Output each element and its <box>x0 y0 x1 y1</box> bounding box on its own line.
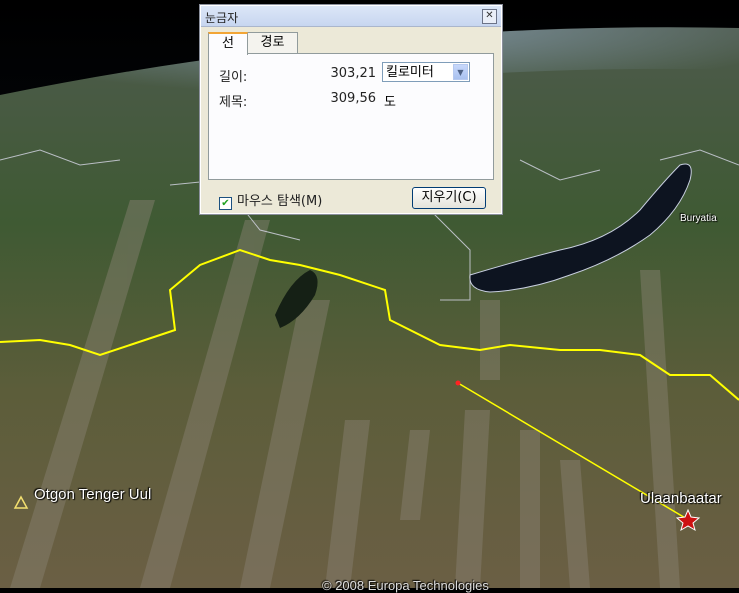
heading-value: 309,56 <box>330 91 377 106</box>
clear-button[interactable]: 지우기(C) <box>412 187 486 209</box>
chevron-down-icon[interactable]: ▼ <box>453 64 468 80</box>
tab-path[interactable]: 경로 <box>247 32 298 53</box>
heading-label: 제목: <box>219 95 248 110</box>
checkmark-icon[interactable]: ✔ <box>219 197 232 210</box>
tab-line[interactable]: 선 <box>208 32 248 55</box>
close-icon[interactable]: ✕ <box>482 9 497 24</box>
length-value: 303,21 <box>330 66 377 81</box>
place-label-ulaanbaatar[interactable]: Ulaanbaatar <box>640 490 722 507</box>
copyright-text: © 2008 Europa Technologies <box>322 578 489 593</box>
place-label-buryatia[interactable]: Buryatia <box>680 213 717 224</box>
ruler-dialog: 눈금자 ✕ 선 경로 길이: 303,21 킬로미터 ▼ 제목: 309,56 … <box>199 4 503 215</box>
mouse-navigation-label: 마우스 탐색(M) <box>237 194 323 209</box>
length-label: 길이: <box>219 70 248 85</box>
mouse-navigation-checkbox[interactable]: ✔ 마우스 탐색(M) <box>219 190 322 210</box>
unit-select-value: 킬로미터 <box>386 65 434 80</box>
ruler-start-point <box>455 380 461 386</box>
dialog-titlebar[interactable]: 눈금자 ✕ <box>201 6 501 27</box>
unit-select[interactable]: 킬로미터 ▼ <box>382 62 470 82</box>
place-label-otgon[interactable]: Otgon Tenger Uul <box>34 486 151 503</box>
heading-unit: 도 <box>384 95 396 110</box>
dialog-title: 눈금자 <box>205 11 239 25</box>
